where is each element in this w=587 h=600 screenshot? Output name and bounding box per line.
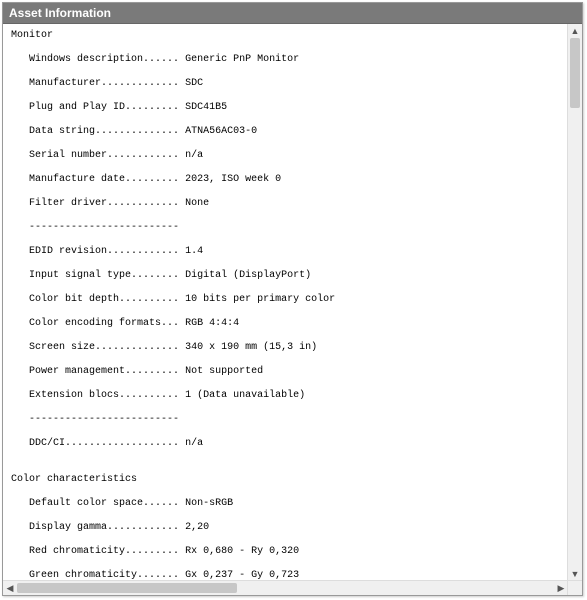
info-label: Red chromaticity	[29, 546, 125, 557]
hscroll-thumb[interactable]	[17, 583, 237, 593]
info-label: Filter driver	[29, 198, 107, 209]
content-wrap: Monitor Windows description...... Generi…	[3, 24, 582, 595]
info-value: Rx 0,680 - Ry 0,320	[185, 546, 299, 557]
info-label: Color encoding formats	[29, 318, 161, 329]
info-line: Filter driver............ None	[11, 198, 560, 210]
info-line: Plug and Play ID......... SDC41B5	[11, 102, 560, 114]
info-line: Display gamma............ 2,20	[11, 522, 560, 534]
info-dots: .............	[101, 78, 179, 89]
info-label: Default color space	[29, 498, 143, 509]
panel-titlebar: Asset Information	[3, 3, 582, 24]
separator-line: -------------------------	[11, 222, 560, 234]
info-label: Data string	[29, 126, 95, 137]
info-value: n/a	[185, 438, 203, 449]
info-dots: .........	[125, 102, 179, 113]
info-line: Power management......... Not supported	[11, 366, 560, 378]
info-line: Color encoding formats... RGB 4:4:4	[11, 318, 560, 330]
info-line: Default color space...... Non-sRGB	[11, 498, 560, 510]
info-line: DDC/CI................... n/a	[11, 438, 560, 450]
vscroll-track[interactable]	[568, 38, 582, 567]
info-label: Screen size	[29, 342, 95, 353]
info-label: Manufacture date	[29, 174, 125, 185]
info-value: ATNA56AC03-0	[185, 126, 257, 137]
info-label: Extension blocs	[29, 390, 119, 401]
info-dots: ............	[107, 150, 179, 161]
info-line: Extension blocs.......... 1 (Data unavai…	[11, 390, 560, 402]
info-value: SDC41B5	[185, 102, 227, 113]
panel-title: Asset Information	[9, 6, 111, 20]
info-dots: .........	[125, 546, 179, 557]
info-value: None	[185, 198, 209, 209]
scroll-left-arrow-icon[interactable]: ◀	[3, 581, 17, 595]
info-label: Display gamma	[29, 522, 107, 533]
info-line: EDID revision............ 1.4	[11, 246, 560, 258]
info-value: Digital (DisplayPort)	[185, 270, 311, 281]
info-label: Manufacturer	[29, 78, 101, 89]
info-value: RGB 4:4:4	[185, 318, 239, 329]
info-line: Serial number............ n/a	[11, 150, 560, 162]
report-text-area[interactable]: Monitor Windows description...... Generi…	[3, 24, 568, 581]
scroll-down-arrow-icon[interactable]: ▼	[568, 567, 582, 581]
info-dots: ..........	[119, 294, 179, 305]
info-dots: ..........	[119, 390, 179, 401]
info-value: Generic PnP Monitor	[185, 54, 299, 65]
info-dots: ..............	[95, 126, 179, 137]
scroll-right-arrow-icon[interactable]: ▶	[554, 581, 568, 595]
info-line: Red chromaticity......... Rx 0,680 - Ry …	[11, 546, 560, 558]
info-label: Color bit depth	[29, 294, 119, 305]
info-dots: ........	[131, 270, 179, 281]
info-value: 10 bits per primary color	[185, 294, 335, 305]
info-value: 340 x 190 mm (15,3 in)	[185, 342, 317, 353]
info-dots: .........	[125, 366, 179, 377]
asset-info-panel: Asset Information Monitor Windows descri…	[2, 2, 583, 596]
info-label: Power management	[29, 366, 125, 377]
section-title: Color characteristics	[11, 474, 560, 486]
scroll-corner	[567, 580, 582, 595]
info-value: 1.4	[185, 246, 203, 257]
info-dots: ..............	[95, 342, 179, 353]
info-label: EDID revision	[29, 246, 107, 257]
info-dots: ............	[107, 198, 179, 209]
info-value: Not supported	[185, 366, 263, 377]
info-line: Screen size.............. 340 x 190 mm (…	[11, 342, 560, 354]
info-value: n/a	[185, 150, 203, 161]
info-value: SDC	[185, 78, 203, 89]
info-line: Manufacturer............. SDC	[11, 78, 560, 90]
info-dots: ............	[107, 522, 179, 533]
info-label: Windows description	[29, 54, 143, 65]
info-line: Manufacture date......... 2023, ISO week…	[11, 174, 560, 186]
info-line: Data string.............. ATNA56AC03-0	[11, 126, 560, 138]
info-line: Color bit depth.......... 10 bits per pr…	[11, 294, 560, 306]
info-label: Plug and Play ID	[29, 102, 125, 113]
info-value: 2023, ISO week 0	[185, 174, 281, 185]
horizontal-scrollbar[interactable]: ◀ ▶	[3, 580, 568, 595]
info-label: DDC/CI	[29, 438, 65, 449]
info-value: 1 (Data unavailable)	[185, 390, 305, 401]
vertical-scrollbar[interactable]: ▲ ▼	[567, 24, 582, 581]
section-title: Monitor	[11, 30, 560, 42]
info-value: 2,20	[185, 522, 209, 533]
hscroll-track[interactable]	[17, 581, 554, 595]
info-label: Input signal type	[29, 270, 131, 281]
info-dots: .........	[125, 174, 179, 185]
separator-line: -------------------------	[11, 414, 560, 426]
info-dots: ...	[161, 318, 179, 329]
info-dots: ......	[143, 54, 179, 65]
vscroll-thumb[interactable]	[570, 38, 580, 108]
info-value: Non-sRGB	[185, 498, 233, 509]
info-dots: ............	[107, 246, 179, 257]
info-label: Serial number	[29, 150, 107, 161]
info-line: Input signal type........ Digital (Displ…	[11, 270, 560, 282]
info-dots: ...................	[65, 438, 179, 449]
info-line: Windows description...... Generic PnP Mo…	[11, 54, 560, 66]
info-dots: ......	[143, 498, 179, 509]
scroll-up-arrow-icon[interactable]: ▲	[568, 24, 582, 38]
